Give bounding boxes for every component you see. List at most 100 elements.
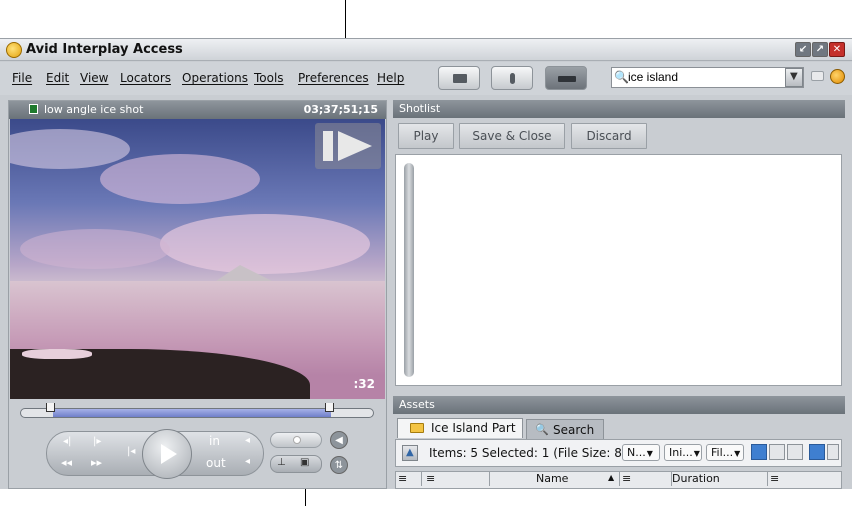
save-close-button[interactable]: Save & Close [459, 123, 565, 149]
column-menu-1[interactable]: ≡ [398, 472, 422, 486]
filter-file-label: Fil... [711, 446, 734, 459]
play-shotlist-button[interactable]: Play [398, 123, 454, 149]
menu-locators[interactable]: Locators [120, 71, 171, 85]
column-header-duration[interactable]: Duration [672, 472, 768, 486]
search-icon: 🔍 [535, 423, 549, 436]
menu-file[interactable]: File [12, 71, 32, 85]
shotlist-header: Shotlist [393, 100, 845, 118]
list-view-icon[interactable] [751, 444, 767, 460]
shotlist-area[interactable] [395, 154, 842, 386]
thumbnail-view-icon[interactable] [787, 444, 803, 460]
frame-view-icon[interactable] [809, 444, 825, 460]
step-forward-icon[interactable]: |▸ [93, 436, 101, 447]
clear-out-icon[interactable]: ◂ [245, 456, 250, 467]
filter-file-dropdown[interactable]: Fil...▼ [706, 444, 744, 461]
shotlist-scrollbar[interactable] [404, 163, 414, 377]
column-menu-3[interactable]: ≡ [622, 472, 672, 486]
play-icon [161, 444, 177, 464]
maximize-icon[interactable]: ↗ [812, 42, 828, 57]
detail-view-icon[interactable] [769, 444, 785, 460]
timeline-bar[interactable] [20, 408, 374, 418]
menu-help[interactable]: Help [377, 71, 404, 85]
search-input[interactable] [628, 70, 778, 84]
assets-panel: Assets Ice Island Part 1 🔍 Search ▲ Item… [393, 396, 845, 489]
sort-ascending-icon: ▲ [608, 473, 615, 482]
column-menu-2[interactable]: ≡ [426, 472, 490, 486]
clip-name: low angle ice shot [44, 103, 144, 116]
tab-search[interactable]: 🔍 Search [526, 419, 604, 439]
app-window: Avid Interplay Access ↙ ↗ ✕ File Edit Vi… [0, 38, 852, 489]
step-back-icon[interactable]: ◂| [63, 436, 71, 447]
search-icon: 🔍 [614, 70, 629, 84]
folder-icon [453, 74, 467, 83]
cloud-shape [100, 154, 260, 204]
script-view-icon[interactable] [827, 444, 839, 460]
clear-in-icon[interactable]: ◂ [245, 435, 250, 446]
output-controls: ⊥ ▣ [270, 455, 322, 473]
filter-initial-dropdown[interactable]: Ini...▼ [664, 444, 702, 461]
menu-operations[interactable]: Operations [182, 71, 248, 85]
mic-view-button[interactable] [491, 66, 533, 90]
play-overlay-button[interactable] [315, 123, 381, 169]
monitor-output-icon[interactable]: ▣ [300, 457, 309, 468]
transport-controls: ◂| |▸ ◂◂ ▸▸ |◂ in out ◂ ◂ [46, 429, 264, 479]
clip-icon [29, 104, 38, 114]
assets-status: Items: 5 Selected: 1 (File Size: 8... [429, 446, 634, 460]
menu-tools[interactable]: Tools [254, 71, 284, 85]
chevron-down-icon: ▼ [693, 449, 700, 458]
microphone-icon [510, 73, 515, 84]
discard-button[interactable]: Discard [571, 123, 647, 149]
tab-ice-island-part-1[interactable]: Ice Island Part 1 [397, 418, 523, 454]
audio-level-slider[interactable] [270, 432, 322, 448]
play-button[interactable] [142, 429, 192, 479]
up-folder-button[interactable]: ▲ [402, 445, 418, 461]
mail-icon[interactable] [811, 71, 824, 81]
warning-icon[interactable] [830, 69, 845, 84]
chevron-down-icon: ▼ [646, 449, 653, 458]
arrow-up-icon: ▲ [406, 447, 414, 458]
close-icon[interactable]: ✕ [829, 42, 845, 57]
mark-in-handle[interactable] [46, 403, 55, 412]
cloud-shape [10, 129, 130, 169]
mark-in-button[interactable]: in [209, 434, 220, 448]
filter-initial-label: Ini... [669, 446, 693, 459]
filter-name-dropdown[interactable]: N...▼ [622, 444, 660, 461]
folder-icon [410, 423, 424, 433]
window-title: Avid Interplay Access [26, 42, 183, 57]
timeline-fill [53, 409, 331, 417]
speaker-button[interactable]: ◀ [330, 431, 348, 449]
menu-preferences[interactable]: Preferences [298, 71, 369, 85]
mark-out-handle[interactable] [325, 403, 334, 412]
tree-icon[interactable]: ⊥ [277, 457, 286, 468]
rewind-icon[interactable]: ◂◂ [61, 456, 72, 469]
column-menu-4[interactable]: ≡ [770, 472, 820, 486]
timecode: 03;37;51;15 [303, 103, 378, 116]
go-to-start-icon[interactable]: |◂ [127, 446, 135, 457]
assets-toolbar: ▲ Items: 5 Selected: 1 (File Size: 8... … [395, 439, 842, 467]
fast-forward-icon[interactable]: ▸▸ [91, 456, 102, 469]
keyboard-view-button[interactable] [545, 66, 587, 90]
chevron-down-icon: ▼ [734, 449, 741, 458]
assets-column-headers: ≡ ≡ Name ▲ ≡ Duration ≡ [395, 471, 842, 489]
minimize-icon[interactable]: ↙ [795, 42, 811, 57]
menu-edit[interactable]: Edit [46, 71, 69, 85]
folder-view-button[interactable] [438, 66, 480, 90]
filter-name-label: N... [627, 446, 646, 459]
slider-thumb[interactable] [293, 436, 301, 444]
mark-out-button[interactable]: out [206, 456, 226, 470]
cloud-shape [20, 229, 170, 269]
duration-overlay: :32 [353, 377, 376, 391]
title-bar: Avid Interplay Access ↙ ↗ ✕ [0, 39, 852, 61]
video-frame: :32 [10, 119, 385, 399]
monitor-header: low angle ice shot 03;37;51;15 [9, 101, 386, 119]
search-dropdown-button[interactable]: ▼ [785, 68, 803, 87]
search-box[interactable]: 🔍 [611, 67, 804, 88]
assets-header: Assets [393, 396, 845, 414]
audio-settings-button[interactable]: ⇅ [330, 456, 348, 474]
play-overlay-icon [323, 131, 333, 161]
ice-floe [22, 349, 92, 359]
shotlist-panel: Shotlist Play Save & Close Discard [393, 100, 845, 393]
menu-view[interactable]: View [80, 71, 108, 85]
menu-bar: File Edit View Locators Operations Tools… [0, 62, 852, 95]
keyboard-icon [558, 76, 576, 82]
